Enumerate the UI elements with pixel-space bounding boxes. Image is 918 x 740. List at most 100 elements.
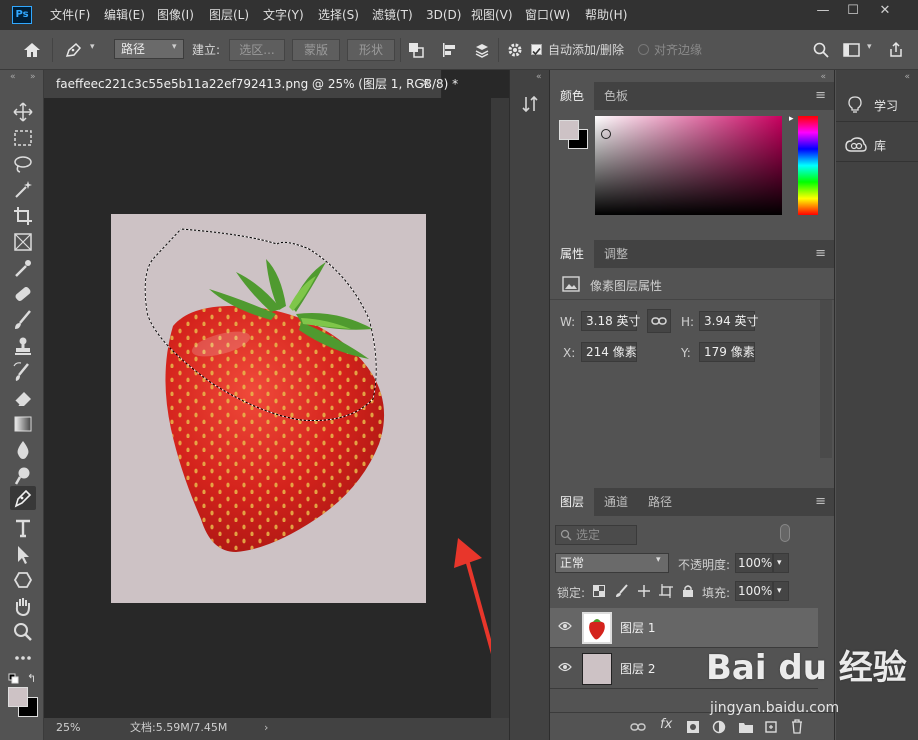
minimize-button[interactable]: —: [806, 0, 840, 24]
close-document-icon[interactable]: ×: [420, 70, 431, 98]
default-colors-icon[interactable]: [8, 673, 20, 685]
fill-chevron-icon[interactable]: ▾: [773, 581, 789, 601]
auto-add-delete-checkbox[interactable]: [531, 44, 542, 56]
path-operations-icon[interactable]: [407, 41, 425, 59]
blur-tool-icon[interactable]: [10, 438, 36, 462]
library-panel-button[interactable]: 库: [836, 128, 918, 162]
path-selection-tool-icon[interactable]: [10, 542, 36, 566]
properties-scrollbar[interactable]: [820, 300, 832, 458]
path-alignment-icon[interactable]: [440, 41, 458, 59]
eye-icon[interactable]: [558, 661, 572, 673]
home-icon[interactable]: [22, 41, 42, 59]
share-icon[interactable]: [887, 41, 905, 59]
pen-tool-preset-icon[interactable]: [64, 41, 84, 59]
shape-tool-icon[interactable]: [10, 568, 36, 592]
hue-slider[interactable]: [798, 116, 818, 215]
move-tool-icon[interactable]: [10, 100, 36, 124]
clone-stamp-tool-icon[interactable]: [10, 334, 36, 358]
vertical-scrollbar[interactable]: [491, 98, 509, 718]
lock-artboard-icon[interactable]: [659, 584, 673, 598]
tab-properties[interactable]: 属性: [550, 240, 595, 268]
gear-icon[interactable]: [507, 42, 523, 58]
tab-layers[interactable]: 图层: [550, 488, 595, 516]
eyedropper-tool-icon[interactable]: [10, 256, 36, 280]
swap-colors-icon[interactable]: ↰: [27, 672, 36, 685]
expand-icon[interactable]: »: [30, 72, 36, 82]
menu-3d[interactable]: 3D(D): [426, 0, 461, 30]
close-button[interactable]: ✕: [868, 0, 902, 24]
tab-swatches[interactable]: 色板: [594, 82, 638, 110]
chevron-down-icon[interactable]: ▾: [90, 42, 95, 52]
panel-menu-icon[interactable]: ≡: [815, 488, 826, 516]
blend-mode-select[interactable]: 正常: [555, 553, 669, 573]
add-mask-icon[interactable]: [686, 720, 700, 734]
dodge-tool-icon[interactable]: [10, 464, 36, 488]
menu-image[interactable]: 图像(I): [157, 0, 194, 30]
pen-tool-button[interactable]: [10, 486, 36, 510]
panel-menu-icon[interactable]: ≡: [815, 82, 826, 110]
crop-tool-icon[interactable]: [10, 204, 36, 228]
menu-type[interactable]: 文字(Y): [263, 0, 304, 30]
menu-filter[interactable]: 滤镜(T): [372, 0, 413, 30]
delete-layer-icon[interactable]: [790, 719, 804, 734]
eraser-tool-icon[interactable]: [10, 386, 36, 410]
tab-color[interactable]: 颜色: [550, 82, 595, 110]
new-layer-icon[interactable]: [764, 720, 778, 734]
path-arrangement-icon[interactable]: [472, 41, 492, 59]
workspace-icon[interactable]: [842, 41, 862, 59]
document-tab[interactable]: faeffeec221c3c55e5b11a22ef792413.png @ 2…: [44, 70, 458, 98]
height-field[interactable]: 3.94 英寸: [699, 311, 759, 331]
eye-icon[interactable]: [558, 620, 572, 632]
collapse-icon[interactable]: «: [820, 72, 826, 82]
fill-field[interactable]: 100%: [735, 581, 773, 601]
lock-pixels-icon[interactable]: [615, 584, 629, 598]
filter-toggle[interactable]: [780, 524, 790, 542]
link-dimensions-button[interactable]: [647, 309, 671, 333]
align-edges-checkbox[interactable]: [638, 44, 649, 55]
menu-file[interactable]: 文件(F): [50, 0, 90, 30]
color-field[interactable]: [595, 116, 782, 215]
frame-tool-icon[interactable]: [10, 230, 36, 254]
layer-effects-button[interactable]: fx: [660, 717, 672, 732]
lock-transparency-icon[interactable]: [593, 585, 605, 597]
gradient-tool-icon[interactable]: [10, 412, 36, 436]
search-icon[interactable]: [812, 41, 830, 59]
hand-tool-icon[interactable]: [10, 594, 36, 618]
brush-tool-icon[interactable]: [10, 308, 36, 332]
y-field[interactable]: 179 像素: [699, 342, 755, 362]
type-tool-icon[interactable]: [10, 516, 36, 540]
tab-adjustments[interactable]: 调整: [594, 240, 638, 268]
maximize-button[interactable]: ☐: [836, 0, 870, 24]
collapse-icon[interactable]: «: [536, 72, 542, 82]
menu-edit[interactable]: 编辑(E): [104, 0, 145, 30]
foreground-color-chip[interactable]: [559, 120, 579, 140]
image-canvas[interactable]: [111, 214, 426, 603]
layer-name[interactable]: 图层 2: [620, 649, 655, 689]
marquee-tool-icon[interactable]: [10, 126, 36, 150]
tab-paths[interactable]: 路径: [638, 488, 682, 516]
make-selection-button[interactable]: 选区...: [229, 39, 285, 61]
opacity-field[interactable]: 100%: [735, 553, 773, 573]
magic-wand-tool-icon[interactable]: [10, 178, 36, 202]
status-chevron-icon[interactable]: ›: [264, 718, 268, 738]
menu-view[interactable]: 视图(V): [471, 0, 513, 30]
history-brush-tool-icon[interactable]: [10, 360, 36, 384]
menu-help[interactable]: 帮助(H): [585, 0, 627, 30]
menu-layer[interactable]: 图层(L): [209, 0, 249, 30]
learn-panel-button[interactable]: 学习: [836, 88, 918, 122]
zoom-tool-icon[interactable]: [10, 620, 36, 644]
panel-menu-icon[interactable]: ≡: [815, 240, 826, 268]
lock-position-icon[interactable]: [637, 584, 651, 598]
workspace-chevron-icon[interactable]: ▾: [867, 42, 872, 52]
more-tools-icon[interactable]: [10, 646, 36, 670]
width-field[interactable]: 3.18 英寸: [581, 311, 641, 331]
make-mask-button[interactable]: 蒙版: [292, 39, 340, 61]
layer-name[interactable]: 图层 1: [620, 608, 655, 648]
menu-select[interactable]: 选择(S): [318, 0, 359, 30]
lasso-tool-icon[interactable]: [10, 152, 36, 176]
tab-channels[interactable]: 通道: [594, 488, 638, 516]
link-layers-icon[interactable]: [630, 720, 646, 734]
color-picker-ring-icon[interactable]: [601, 129, 611, 139]
history-panel-icon[interactable]: [520, 94, 540, 114]
opacity-chevron-icon[interactable]: ▾: [773, 553, 789, 573]
